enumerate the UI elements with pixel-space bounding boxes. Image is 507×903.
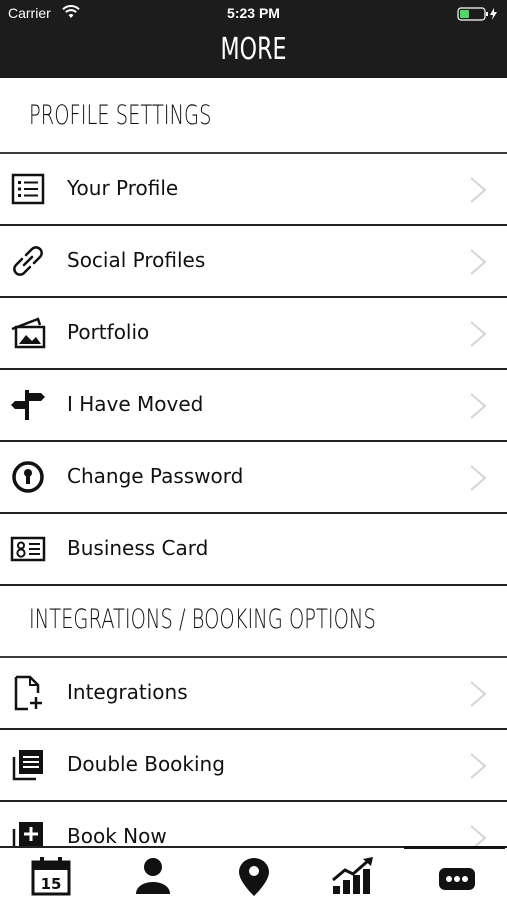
person-icon: [136, 858, 170, 894]
page-title: MORE: [220, 32, 287, 67]
id-card-icon: [10, 536, 46, 562]
row-business-card[interactable]: Business Card: [0, 514, 507, 586]
row-i-have-moved[interactable]: I Have Moved: [0, 370, 507, 442]
row-double-booking[interactable]: Double Booking: [0, 730, 507, 802]
more-icon: [439, 868, 475, 890]
location-pin-icon: [239, 858, 269, 896]
add-file-icon: [14, 675, 42, 711]
calendar-icon: 15: [31, 857, 71, 896]
list-icon: [11, 173, 45, 205]
tab-calendar[interactable]: 15: [0, 848, 101, 902]
signpost-icon: [11, 390, 45, 420]
chart-icon: [332, 857, 373, 894]
row-label: Social Profiles: [67, 248, 206, 272]
row-integrations[interactable]: Integrations: [0, 658, 507, 730]
chevron-right-icon: [470, 681, 487, 707]
chevron-right-icon: [470, 249, 487, 275]
section-header-integrations: INTEGRATIONS / BOOKING OPTIONS: [0, 586, 507, 656]
calendar-day: 15: [41, 875, 62, 893]
section-title: INTEGRATIONS / BOOKING OPTIONS: [29, 604, 376, 635]
row-label: Business Card: [67, 536, 209, 560]
row-portfolio[interactable]: Portfolio: [0, 298, 507, 370]
chevron-right-icon: [470, 393, 487, 419]
row-social-profiles[interactable]: Social Profiles: [0, 226, 507, 298]
row-label: Portfolio: [67, 320, 150, 344]
navigation-bar: MORE: [0, 28, 507, 78]
tab-location[interactable]: [202, 848, 303, 902]
row-your-profile[interactable]: Your Profile: [0, 154, 507, 226]
row-change-password[interactable]: Change Password: [0, 442, 507, 514]
chevron-right-icon: [470, 321, 487, 347]
row-label: Your Profile: [67, 176, 179, 200]
row-label: Double Booking: [67, 752, 225, 776]
clock: 5:23 PM: [227, 5, 280, 21]
battery-icon: [457, 7, 497, 21]
row-label: Change Password: [67, 464, 244, 488]
chevron-right-icon: [470, 177, 487, 203]
copy-icon: [12, 750, 43, 781]
chevron-right-icon: [470, 753, 487, 779]
chevron-right-icon: [470, 465, 487, 491]
link-icon: [13, 246, 43, 276]
status-bar: Carrier 5:23 PM: [0, 0, 507, 28]
tab-bar: 15: [0, 846, 507, 902]
tab-profile[interactable]: [101, 848, 202, 902]
row-label: Integrations: [67, 680, 188, 704]
section-title: PROFILE SETTINGS: [29, 100, 212, 131]
row-label: I Have Moved: [67, 392, 204, 416]
portfolio-icon: [11, 317, 46, 349]
keyhole-icon: [12, 461, 44, 493]
tab-stats[interactable]: [303, 848, 404, 902]
tab-more[interactable]: [404, 846, 505, 903]
section-header-profile: PROFILE SETTINGS: [0, 78, 507, 152]
row-label: Book Now: [67, 824, 167, 848]
